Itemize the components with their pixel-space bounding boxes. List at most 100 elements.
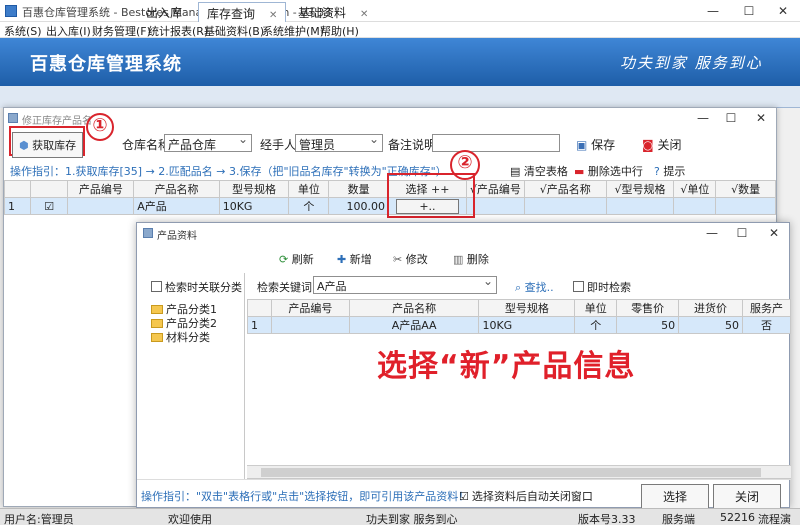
cell-code[interactable]: [270, 316, 350, 334]
scrollbar-thumb[interactable]: [261, 468, 761, 477]
step2-marker: ②: [450, 150, 480, 180]
table-row[interactable]: 1 A产品AA 10KG 个 50 50 否: [247, 316, 791, 334]
cell-code[interactable]: [67, 197, 135, 215]
tree-item-material[interactable]: 材料分类: [151, 329, 210, 345]
close-dialog-button[interactable]: ◙ 关闭: [642, 136, 682, 153]
warehouse-select[interactable]: 产品仓库: [164, 132, 252, 152]
cell-new-unit[interactable]: [673, 197, 717, 215]
dialog-close-button[interactable]: ✕: [748, 109, 774, 127]
select-button[interactable]: 选择: [641, 484, 709, 509]
app-banner: 百惠仓库管理系统 功夫到家 服务到心: [0, 38, 800, 86]
menu-finance[interactable]: 财务管理(F): [92, 23, 151, 39]
minimize-button[interactable]: —: [700, 2, 726, 20]
clear-table-button[interactable]: ▤ 清空表格: [510, 163, 568, 179]
tab-close-icon[interactable]: ✕: [269, 10, 277, 21]
tab-inventory-query[interactable]: 库存查询 ✕: [198, 2, 287, 22]
close-window-button[interactable]: ✕: [770, 2, 796, 20]
product-grid: 产品编号 产品名称 型号规格 单位 零售价 进货价 服务产 1 A产品AA 10…: [247, 299, 791, 479]
menu-system[interactable]: 系统(S): [4, 23, 42, 39]
tab-inout[interactable]: 出入库: [138, 2, 190, 22]
add-label: 新增: [349, 253, 372, 266]
cell-retail[interactable]: 50: [616, 316, 680, 334]
dialog-icon: [8, 113, 18, 123]
cell-spec[interactable]: 10KG: [218, 197, 290, 215]
status-version: 版本号3.33: [578, 513, 636, 525]
save-button[interactable]: ▣ 保存: [576, 136, 615, 153]
hint-button[interactable]: ? 提示: [654, 163, 685, 179]
category-tree: 产品分类1 产品分类2 材料分类: [137, 273, 245, 479]
handler-select[interactable]: 管理员: [295, 132, 383, 152]
edit-button[interactable]: ✂ 修改: [393, 251, 428, 267]
auto-close-checkbox[interactable]: ☑ 选择资料后自动关闭窗口: [459, 488, 593, 504]
maximize-button[interactable]: ☐: [736, 2, 762, 20]
cell-unit[interactable]: 个: [574, 316, 618, 334]
fetch-inventory-label: 获取库存: [32, 139, 77, 152]
refresh-label: 刷新: [291, 253, 314, 266]
product-maximize-button[interactable]: ☐: [729, 224, 755, 242]
product-close-button[interactable]: ✕: [761, 224, 787, 242]
tab-label: 库存查询: [207, 7, 256, 21]
product-close-dialog-button[interactable]: 关闭: [713, 484, 781, 509]
help-icon: ?: [654, 165, 660, 178]
col-header: 单位: [574, 299, 618, 317]
delete-row-button[interactable]: ▬ 删除选中行: [574, 163, 643, 179]
find-button[interactable]: ⌕ 查找..: [515, 279, 554, 295]
plus-icon: ✚: [337, 253, 347, 266]
dialog-maximize-button[interactable]: ☐: [718, 109, 744, 127]
dialog-minimize-button[interactable]: —: [690, 109, 716, 127]
menu-reports[interactable]: 统计报表(R): [148, 23, 208, 39]
cell-new-spec[interactable]: [605, 197, 675, 215]
close-label: 关闭: [657, 138, 682, 152]
checkbox-box: [573, 281, 584, 292]
window-titlebar: 百惠仓库管理系统 - Bestores Management System - …: [0, 0, 800, 22]
col-header: √产品名称: [523, 180, 607, 198]
refresh-button[interactable]: ⟳ 刷新: [279, 251, 314, 267]
cell-name[interactable]: A产品: [133, 197, 220, 215]
fetch-inventory-button[interactable]: ⬢ 获取库存: [12, 132, 84, 158]
add-button[interactable]: ✚ 新增: [337, 251, 372, 267]
menu-basic-data[interactable]: 基础资料(B): [204, 23, 264, 39]
col-header: √型号规格: [605, 180, 675, 198]
instant-search-checkbox[interactable]: 即时检索: [573, 279, 631, 295]
cell-new-name[interactable]: [523, 197, 607, 215]
col-header: 单位: [288, 180, 330, 198]
status-port: 52216: [720, 511, 755, 524]
cell-unit[interactable]: 个: [288, 197, 330, 215]
product-minimize-button[interactable]: —: [699, 224, 725, 242]
auto-close-label: 选择资料后自动关闭窗口: [471, 490, 593, 503]
tab-close-icon[interactable]: ✕: [360, 9, 368, 20]
col-header: √数量: [715, 180, 776, 198]
cell-purchase[interactable]: 50: [678, 316, 743, 334]
row-checkbox[interactable]: ☑: [29, 197, 69, 215]
menu-inout[interactable]: 出入库(I): [46, 23, 91, 39]
col-header: 产品编号: [270, 299, 350, 317]
note-label: 备注说明: [388, 138, 437, 152]
cell-new-code[interactable]: [465, 197, 525, 215]
col-header: [247, 299, 272, 317]
product-dialog-title: 产品资料: [157, 231, 197, 242]
search-icon: ⌕: [515, 281, 522, 294]
col-header: [4, 180, 31, 198]
inventory-dialog-titlebar: 修正库存产品名 — ☐ ✕: [4, 108, 776, 128]
cell-new-qty[interactable]: [715, 197, 776, 215]
folder-icon: [151, 333, 163, 342]
checkbox-checked: ☑: [459, 490, 469, 503]
folder-icon: [151, 319, 163, 328]
cell-service[interactable]: 否: [741, 316, 791, 334]
menu-help[interactable]: 帮助(H): [320, 23, 359, 39]
delete-button[interactable]: ▥ 删除: [453, 251, 489, 267]
horizontal-scrollbar[interactable]: [247, 465, 791, 478]
cell-name[interactable]: A产品AA: [348, 316, 480, 334]
note-input[interactable]: [432, 134, 560, 152]
tab-basic-data[interactable]: 基础资料 ✕: [290, 2, 376, 22]
trash-icon: ▥: [453, 253, 464, 266]
cell-spec[interactable]: 10KG: [478, 316, 576, 334]
search-keyword-input[interactable]: A产品: [313, 274, 497, 294]
refresh-icon: ⟳: [279, 253, 289, 266]
product-dialog-footer: 操作指引："双击"表格行或"点击"选择按钮，即可引用该产品资料！ ☑ 选择资料后自…: [137, 479, 791, 509]
cell-qty[interactable]: 100.00: [328, 197, 390, 215]
operation-guide: 操作指引：1.获取库存[35] → 2.匹配品名 → 3.保存（把"旧品名库存"…: [10, 165, 447, 178]
col-header: 服务产: [741, 299, 791, 317]
tab-label: 基础资料: [298, 6, 347, 20]
menu-maintenance[interactable]: 系统维护(M): [262, 23, 324, 39]
